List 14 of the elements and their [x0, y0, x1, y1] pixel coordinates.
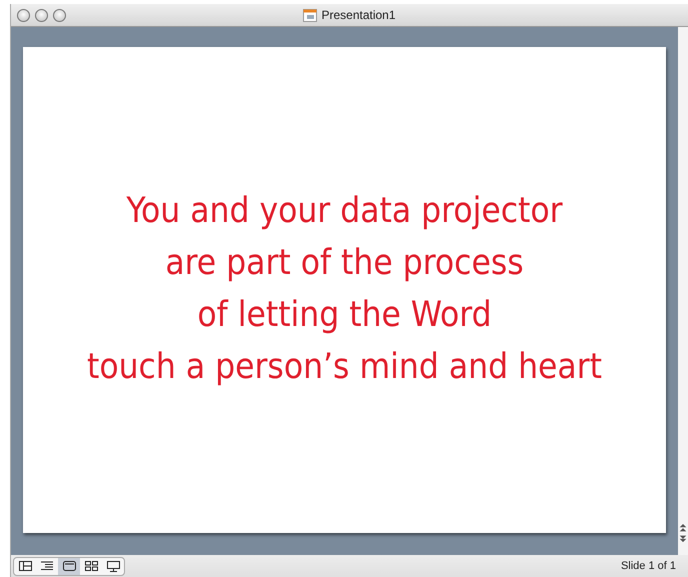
slide-sorter-icon [84, 561, 98, 571]
close-button[interactable] [17, 8, 30, 22]
slide-show-icon [106, 560, 120, 572]
slide-text: You and your data projector are part of the process of letting the Word touch a person’s mind and heart [86, 190, 602, 389]
document-icon [303, 8, 318, 22]
view-button[interactable] [58, 558, 80, 574]
minimize-button[interactable] [35, 8, 48, 22]
scroll-bar[interactable] [678, 27, 688, 555]
window-title: Presentation1 [321, 8, 396, 22]
zoom-button[interactable] [53, 8, 66, 22]
normal-view-icon [18, 561, 32, 571]
slide-counter: Slide 1 of 1 [620, 560, 677, 572]
slide-view-icon [62, 561, 76, 571]
outline-view-icon [40, 561, 54, 571]
